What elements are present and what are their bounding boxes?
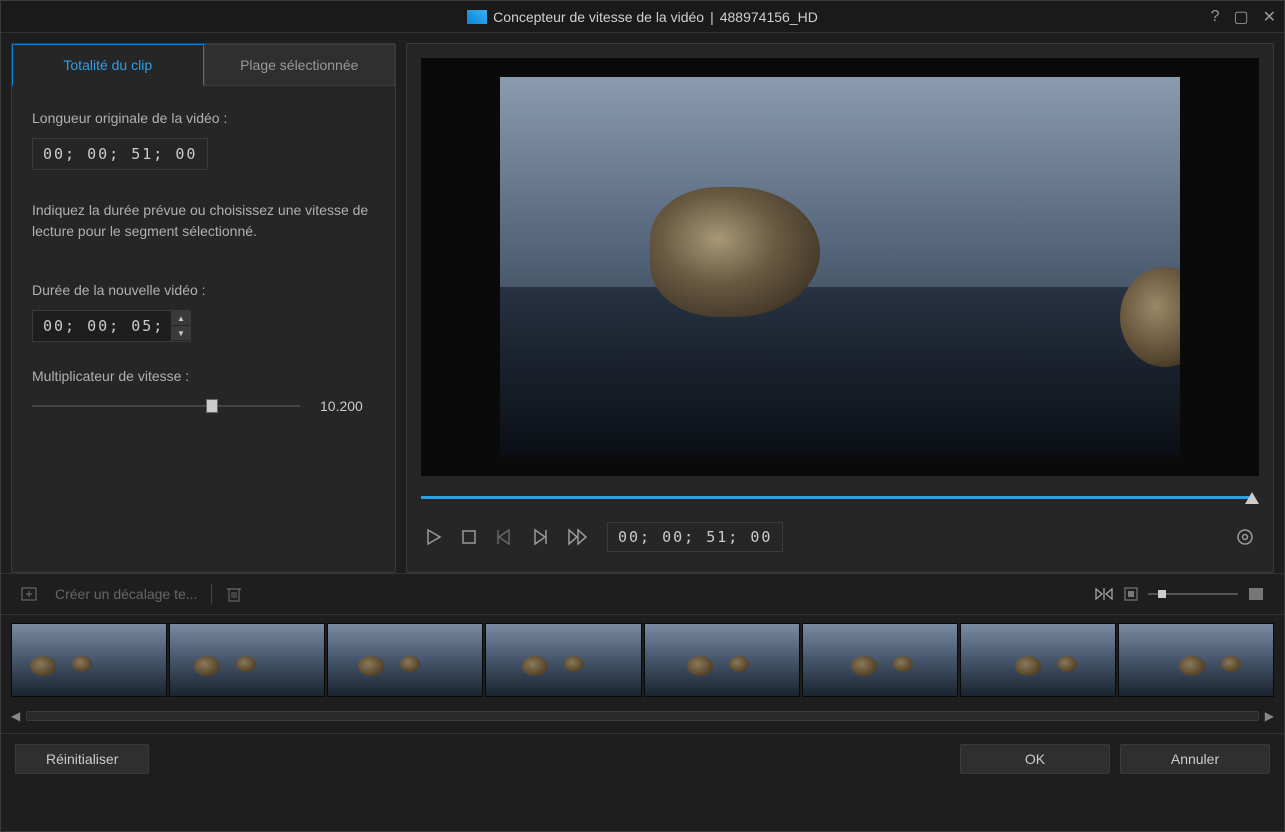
snap-icon[interactable] <box>1094 587 1114 601</box>
title-separator: | <box>710 9 714 25</box>
stop-button[interactable] <box>461 529 477 545</box>
tab-selected-range[interactable]: Plage sélectionnée <box>204 44 396 86</box>
settings-gear-icon[interactable] <box>1235 527 1255 547</box>
zoom-fit-icon[interactable] <box>1248 587 1264 601</box>
duration-hint: Indiquez la durée prévue ou choisissez u… <box>32 200 375 242</box>
video-speed-designer-window: Concepteur de vitesse de la vidéo | 4889… <box>0 0 1285 832</box>
timeline-thumb[interactable] <box>960 623 1116 697</box>
delete-icon[interactable] <box>226 585 242 603</box>
reset-button[interactable]: Réinitialiser <box>15 744 149 774</box>
timeline-thumb[interactable] <box>802 623 958 697</box>
thumbnail-strip[interactable] <box>1 615 1284 705</box>
app-icon <box>467 10 487 24</box>
speed-multiplier-value: 10.200 <box>320 398 375 414</box>
fast-forward-button[interactable] <box>567 528 589 546</box>
titlebar: Concepteur de vitesse de la vidéo | 4889… <box>1 1 1284 33</box>
close-icon[interactable]: ✕ <box>1263 7 1276 27</box>
play-button[interactable] <box>425 528 443 546</box>
timeline-scrollbar[interactable] <box>26 711 1259 721</box>
preview-panel: 00; 00; 51; 00 <box>406 43 1274 573</box>
timeline-thumb[interactable] <box>1118 623 1274 697</box>
speed-multiplier-label: Multiplicateur de vitesse : <box>32 368 375 384</box>
original-length-label: Longueur originale de la vidéo : <box>32 110 375 126</box>
zoom-slider-thumb[interactable] <box>1158 590 1166 598</box>
timeline-thumb[interactable] <box>644 623 800 697</box>
speed-slider[interactable] <box>32 396 300 416</box>
ok-button[interactable]: OK <box>960 744 1110 774</box>
app-title: Concepteur de vitesse de la vidéo <box>493 9 704 25</box>
next-frame-button[interactable] <box>531 528 549 546</box>
timeline-thumb[interactable] <box>485 623 641 697</box>
timeline-toolbar: Créer un décalage te... <box>1 573 1284 615</box>
seek-thumb[interactable] <box>1245 492 1259 504</box>
seek-bar[interactable] <box>421 492 1259 502</box>
timeline-thumb[interactable] <box>11 623 167 697</box>
clip-name: 488974156_HD <box>720 9 818 25</box>
new-duration-input[interactable] <box>32 310 172 342</box>
scroll-right-icon[interactable]: ▶ <box>1265 709 1274 723</box>
add-shift-icon[interactable] <box>21 585 41 603</box>
new-duration-label: Durée de la nouvelle vidéo : <box>32 282 375 298</box>
zoom-slider[interactable] <box>1148 588 1238 600</box>
timeline-thumb[interactable] <box>169 623 325 697</box>
video-preview[interactable] <box>421 58 1259 476</box>
speed-slider-thumb[interactable] <box>206 399 218 413</box>
scroll-left-icon[interactable]: ◀ <box>11 709 20 723</box>
timeline-thumb[interactable] <box>327 623 483 697</box>
prev-frame-button[interactable] <box>495 528 513 546</box>
duration-step-up[interactable]: ▲ <box>172 311 190 326</box>
help-icon[interactable]: ? <box>1211 8 1220 26</box>
player-timecode[interactable]: 00; 00; 51; 00 <box>607 522 783 552</box>
create-shift-label[interactable]: Créer un décalage te... <box>55 586 197 602</box>
settings-panel: Totalité du clip Plage sélectionnée Long… <box>11 43 396 573</box>
tab-entire-clip[interactable]: Totalité du clip <box>12 44 204 86</box>
cancel-button[interactable]: Annuler <box>1120 744 1270 774</box>
maximize-icon[interactable]: ▢ <box>1233 7 1248 27</box>
zoom-out-icon[interactable] <box>1124 587 1138 601</box>
original-length-value: 00; 00; 51; 00 <box>32 138 208 170</box>
duration-step-down[interactable]: ▼ <box>172 326 190 341</box>
